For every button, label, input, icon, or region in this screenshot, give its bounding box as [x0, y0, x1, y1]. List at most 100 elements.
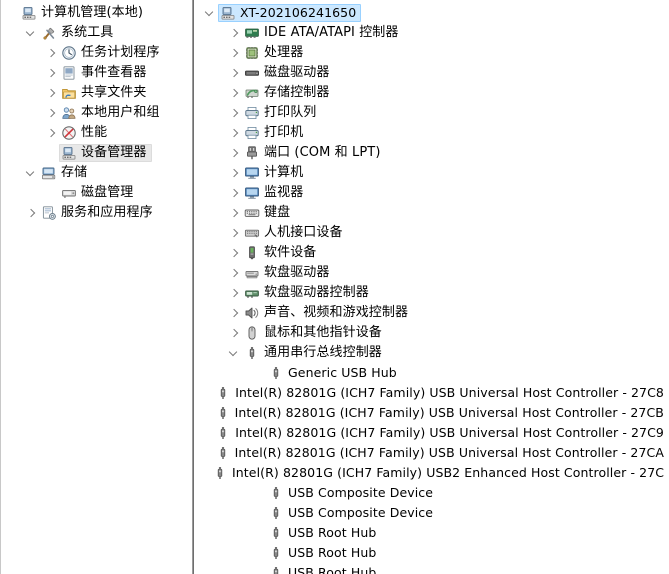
tree-item-content[interactable]: 处理器: [242, 44, 308, 62]
console-tree-pane[interactable]: 计算机管理(本地) 系统工具任务计划程序 事件查看器共享文件夹本地用户和组 性能设备管…: [0, 0, 193, 574]
tree-item[interactable]: USB Composite Device: [194, 503, 669, 523]
tree-item[interactable]: 软件设备: [194, 243, 669, 263]
tree-item-content[interactable]: 软盘驱动器控制器: [242, 284, 374, 302]
tree-item[interactable]: USB Composite Device: [194, 483, 669, 503]
tree-item[interactable]: 存储: [0, 163, 192, 183]
tree-item-content[interactable]: 打印队列: [242, 104, 321, 122]
tree-item[interactable]: 键盘: [194, 203, 669, 223]
chevron-right-icon[interactable]: [226, 325, 242, 341]
tree-item[interactable]: 存储控制器: [194, 83, 669, 103]
chevron-right-icon[interactable]: [226, 65, 242, 81]
tree-item[interactable]: 打印机: [194, 123, 669, 143]
chevron-right-icon[interactable]: [43, 45, 59, 61]
tree-item-content[interactable]: 存储: [39, 164, 92, 182]
chevron-down-icon[interactable]: [202, 5, 218, 21]
chevron-right-icon[interactable]: [43, 85, 59, 101]
tree-item-content[interactable]: 任务计划程序: [59, 44, 165, 62]
tree-item[interactable]: 性能: [0, 123, 192, 143]
chevron-down-icon[interactable]: [226, 345, 242, 361]
tree-item-content[interactable]: 监视器: [242, 184, 308, 202]
tree-item-content[interactable]: 声音、视频和游戏控制器: [242, 304, 413, 322]
tree-item[interactable]: 声音、视频和游戏控制器: [194, 303, 669, 323]
tree-item[interactable]: 计算机管理(本地): [0, 3, 192, 23]
chevron-right-icon[interactable]: [226, 285, 242, 301]
tree-item-content[interactable]: 鼠标和其他指针设备: [242, 324, 387, 342]
chevron-right-icon[interactable]: [226, 265, 242, 281]
tree-item[interactable]: 共享文件夹: [0, 83, 192, 103]
chevron-down-icon[interactable]: [23, 25, 39, 41]
tree-item-content[interactable]: 软件设备: [242, 244, 321, 262]
tree-item-content[interactable]: 端口 (COM 和 LPT): [242, 144, 386, 162]
tree-item-content[interactable]: USB Composite Device: [266, 484, 438, 502]
tree-item[interactable]: Intel(R) 82801G (ICH7 Family) USB Univer…: [194, 403, 669, 423]
tree-item[interactable]: IDE ATA/ATAPI 控制器: [194, 23, 669, 43]
chevron-right-icon[interactable]: [226, 45, 242, 61]
tree-item[interactable]: USB Root Hub: [194, 543, 669, 563]
tree-item[interactable]: 磁盘管理: [0, 183, 192, 203]
tree-item-content[interactable]: 打印机: [242, 124, 308, 142]
tree-item[interactable]: Intel(R) 82801G (ICH7 Family) USB Univer…: [194, 443, 669, 463]
tree-item[interactable]: 服务和应用程序: [0, 203, 192, 223]
tree-item-content[interactable]: 系统工具: [39, 24, 118, 42]
chevron-right-icon[interactable]: [23, 205, 39, 221]
console-tree[interactable]: 计算机管理(本地) 系统工具任务计划程序 事件查看器共享文件夹本地用户和组 性能设备管…: [0, 3, 192, 223]
tree-item-content[interactable]: 软盘驱动器: [242, 264, 335, 282]
tree-item[interactable]: 事件查看器: [0, 63, 192, 83]
chevron-right-icon[interactable]: [43, 125, 59, 141]
chevron-right-icon[interactable]: [226, 105, 242, 121]
tree-item-content[interactable]: 设备管理器: [59, 144, 152, 162]
tree-item[interactable]: XT-202106241650: [194, 3, 669, 23]
tree-item-content[interactable]: Generic USB Hub: [266, 364, 402, 382]
device-manager-tree[interactable]: XT-202106241650 IDE ATA/ATAPI 控制器 处理器磁盘驱动器…: [194, 3, 669, 574]
tree-item-content[interactable]: Intel(R) 82801G (ICH7 Family) USB Univer…: [213, 444, 669, 462]
chevron-right-icon[interactable]: [226, 185, 242, 201]
tree-item[interactable]: Generic USB Hub: [194, 363, 669, 383]
tree-item-content[interactable]: 人机接口设备: [242, 224, 348, 242]
chevron-right-icon[interactable]: [226, 305, 242, 321]
tree-item-content[interactable]: 磁盘管理: [59, 184, 138, 202]
tree-item[interactable]: 磁盘驱动器: [194, 63, 669, 83]
tree-item-content[interactable]: 存储控制器: [242, 84, 335, 102]
tree-item[interactable]: USB Root Hub: [194, 563, 669, 574]
tree-item-content[interactable]: Intel(R) 82801G (ICH7 Family) USB Univer…: [213, 424, 669, 442]
device-manager-pane[interactable]: XT-202106241650 IDE ATA/ATAPI 控制器 处理器磁盘驱动器…: [193, 0, 669, 574]
tree-item-content[interactable]: USB Root Hub: [266, 524, 381, 542]
tree-item[interactable]: 监视器: [194, 183, 669, 203]
tree-item-content[interactable]: USB Root Hub: [266, 564, 381, 574]
tree-item-content[interactable]: USB Composite Device: [266, 504, 438, 522]
tree-item[interactable]: Intel(R) 82801G (ICH7 Family) USB Univer…: [194, 383, 669, 403]
tree-item[interactable]: 系统工具: [0, 23, 192, 43]
tree-item-content[interactable]: 性能: [59, 124, 112, 142]
tree-item-content[interactable]: 共享文件夹: [59, 84, 152, 102]
tree-item-content[interactable]: 磁盘驱动器: [242, 64, 335, 82]
tree-item[interactable]: 通用串行总线控制器: [194, 343, 669, 363]
tree-item-content[interactable]: XT-202106241650: [218, 4, 362, 22]
tree-item[interactable]: 设备管理器: [0, 143, 192, 163]
tree-item[interactable]: 计算机: [194, 163, 669, 183]
tree-item[interactable]: 本地用户和组: [0, 103, 192, 123]
chevron-right-icon[interactable]: [226, 225, 242, 241]
chevron-right-icon[interactable]: [43, 65, 59, 81]
tree-item[interactable]: USB Root Hub: [194, 523, 669, 543]
tree-item[interactable]: 处理器: [194, 43, 669, 63]
tree-item[interactable]: 软盘驱动器控制器: [194, 283, 669, 303]
tree-item-content[interactable]: 本地用户和组: [59, 104, 165, 122]
tree-item[interactable]: 鼠标和其他指针设备: [194, 323, 669, 343]
tree-item-content[interactable]: 服务和应用程序: [39, 204, 158, 222]
tree-item[interactable]: 人机接口设备: [194, 223, 669, 243]
tree-item[interactable]: 软盘驱动器: [194, 263, 669, 283]
chevron-right-icon[interactable]: [226, 145, 242, 161]
tree-item[interactable]: Intel(R) 82801G (ICH7 Family) USB2 Enhan…: [194, 463, 669, 483]
tree-item-content[interactable]: 事件查看器: [59, 64, 152, 82]
tree-item-content[interactable]: Intel(R) 82801G (ICH7 Family) USB2 Enhan…: [210, 464, 669, 482]
chevron-right-icon[interactable]: [226, 85, 242, 101]
tree-item-content[interactable]: IDE ATA/ATAPI 控制器: [242, 24, 404, 42]
chevron-down-icon[interactable]: [23, 165, 39, 181]
tree-item-content[interactable]: 计算机管理(本地): [19, 4, 148, 22]
tree-item-content[interactable]: 通用串行总线控制器: [242, 344, 387, 362]
tree-item[interactable]: 端口 (COM 和 LPT): [194, 143, 669, 163]
tree-item[interactable]: Intel(R) 82801G (ICH7 Family) USB Univer…: [194, 423, 669, 443]
chevron-right-icon[interactable]: [226, 245, 242, 261]
tree-item[interactable]: 打印队列: [194, 103, 669, 123]
chevron-right-icon[interactable]: [226, 205, 242, 221]
